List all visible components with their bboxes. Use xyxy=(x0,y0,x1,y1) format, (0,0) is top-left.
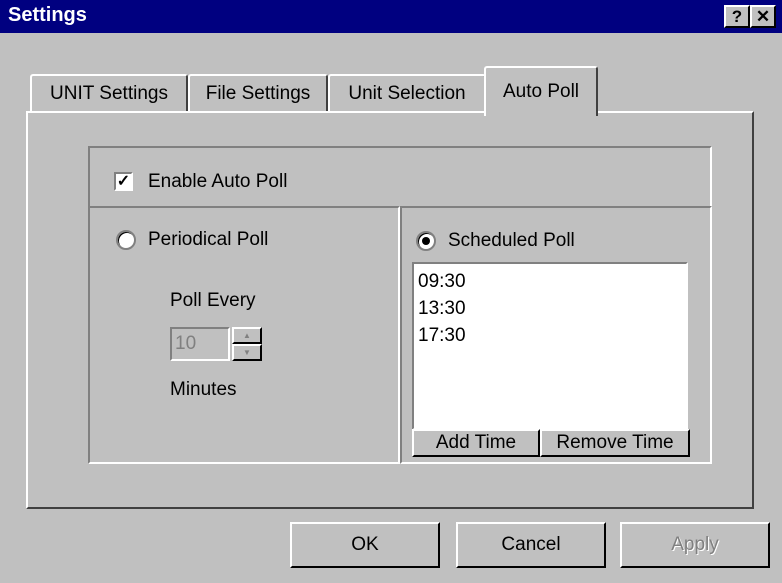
spin-up-button[interactable]: ▲ xyxy=(232,327,262,344)
close-icon: ✕ xyxy=(755,6,771,26)
minutes-label: Minutes xyxy=(170,379,237,400)
arrow-down-icon: ▼ xyxy=(243,348,251,357)
ok-button[interactable]: OK xyxy=(290,522,440,568)
list-item[interactable]: 17:30 xyxy=(418,322,682,349)
poll-interval-input[interactable]: 10 xyxy=(170,327,230,361)
tab-file-settings[interactable]: File Settings xyxy=(188,74,328,112)
arrow-up-icon: ▲ xyxy=(243,331,251,340)
periodical-poll-radio[interactable] xyxy=(116,230,136,250)
tab-auto-poll[interactable]: Auto Poll xyxy=(484,66,598,116)
apply-button[interactable]: Apply xyxy=(620,522,770,568)
enable-auto-poll-checkbox[interactable]: ✓ xyxy=(114,172,133,191)
enable-auto-poll-label: Enable Auto Poll xyxy=(148,171,288,192)
cancel-button[interactable]: Cancel xyxy=(456,522,606,568)
scheduled-poll-radio[interactable] xyxy=(416,231,436,251)
list-item[interactable]: 09:30 xyxy=(418,268,682,295)
tab-panel-auto-poll: ✓ Enable Auto Poll Periodical Poll Poll … xyxy=(26,111,754,509)
spin-down-button[interactable]: ▼ xyxy=(232,344,262,361)
list-item[interactable]: 13:30 xyxy=(418,295,682,322)
checkmark-icon: ✓ xyxy=(116,172,131,190)
scheduled-poll-label: Scheduled Poll xyxy=(448,230,575,251)
radio-selected-dot xyxy=(422,237,430,245)
title-bar[interactable]: Settings ? ✕ xyxy=(0,0,782,33)
remove-time-button[interactable]: Remove Time xyxy=(540,429,690,457)
periodical-poll-label: Periodical Poll xyxy=(148,229,269,250)
help-button[interactable]: ? xyxy=(724,5,750,28)
tab-unit-selection[interactable]: Unit Selection xyxy=(328,74,486,112)
tab-unit-settings[interactable]: UNIT Settings xyxy=(30,74,188,112)
poll-every-label: Poll Every xyxy=(170,290,256,311)
close-button[interactable]: ✕ xyxy=(750,5,776,28)
scheduled-times-list[interactable]: 09:30 13:30 17:30 xyxy=(412,262,688,430)
window-title: Settings xyxy=(8,4,87,26)
add-time-button[interactable]: Add Time xyxy=(412,429,540,457)
